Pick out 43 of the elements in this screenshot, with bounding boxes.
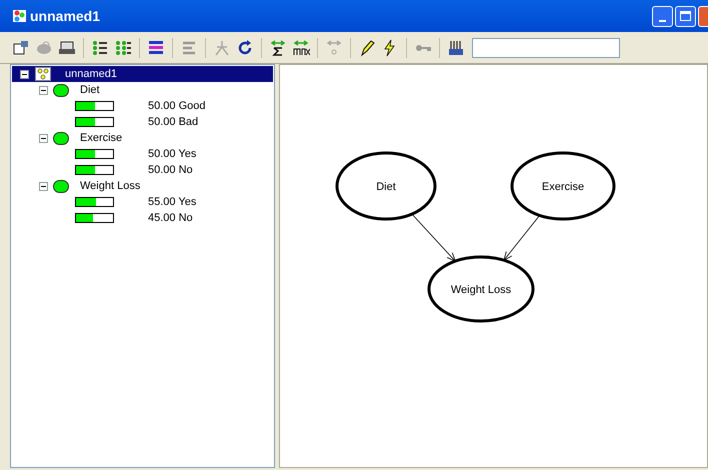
tree-label: Weight Loss: [80, 178, 140, 194]
minimize-button[interactable]: [652, 6, 673, 26]
maximize-button[interactable]: [675, 6, 696, 26]
network-icon: [35, 67, 51, 81]
node-label: Weight Loss: [450, 284, 512, 296]
list-icon[interactable]: [91, 38, 109, 56]
collapse-icon[interactable]: [39, 182, 48, 190]
sum-icon[interactable]: [269, 38, 287, 56]
refresh-icon[interactable]: [236, 38, 254, 56]
bars-icon[interactable]: [147, 38, 165, 56]
tree-label: Exercise: [80, 130, 122, 146]
tree-item[interactable]: unnamed1: [12, 66, 273, 82]
pencil-icon[interactable]: [358, 38, 376, 56]
node-icon: [53, 132, 69, 144]
tree-label: unnamed1: [65, 66, 117, 82]
state-reading: 45.00 No: [148, 210, 193, 226]
collapse-icon[interactable]: [39, 86, 48, 94]
printer-icon[interactable]: [58, 38, 76, 56]
state-reading: 50.00 Bad: [148, 114, 198, 130]
node-label: Diet: [376, 181, 396, 193]
node-ellipse[interactable]: [428, 256, 534, 322]
tree-label: Diet: [80, 82, 100, 98]
node-icon: [53, 84, 69, 96]
node-label: Exercise: [542, 181, 584, 193]
node-ellipse[interactable]: [510, 152, 616, 220]
app-icon: [12, 8, 28, 24]
node-ellipse[interactable]: [336, 152, 436, 220]
node-icon: [53, 180, 69, 192]
close-button[interactable]: [698, 6, 708, 26]
grid-icon[interactable]: [114, 38, 132, 56]
state-reading: 50.00 Yes: [148, 146, 196, 162]
state-reading: 50.00 No: [148, 162, 193, 178]
window-title: unnamed1: [30, 6, 100, 26]
device-icon[interactable]: [447, 38, 465, 56]
edge-arrow: [411, 214, 456, 262]
collapse-icon[interactable]: [20, 70, 29, 78]
max-icon[interactable]: [292, 38, 310, 56]
collapse-icon[interactable]: [39, 134, 48, 142]
edge-arrow: [503, 214, 540, 262]
properties-icon[interactable]: [12, 38, 30, 56]
state-reading: 55.00 Yes: [148, 194, 196, 210]
input-field[interactable]: [472, 38, 620, 58]
state-reading: 50.00 Good: [148, 98, 206, 114]
